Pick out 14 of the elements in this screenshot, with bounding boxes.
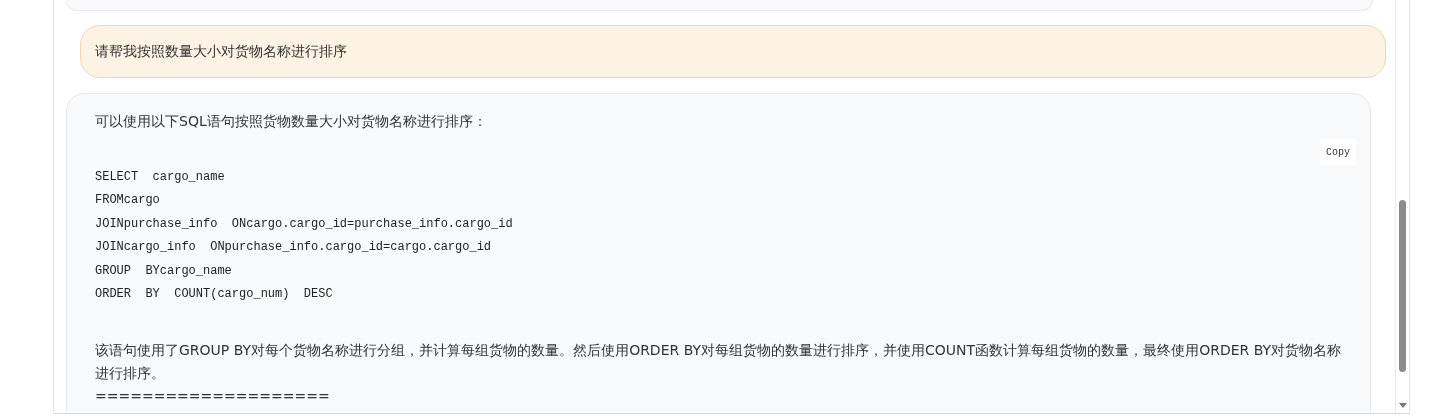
code-line: SELECT cargo_name xyxy=(95,169,225,186)
code-line: JOINpurchase_info ONcargo.cargo_id=purchase_info.cargo_id xyxy=(95,215,513,233)
user-message: 请帮我按照数量大小对货物名称进行排序 xyxy=(80,25,1386,78)
scroll-down-icon[interactable] xyxy=(1399,403,1407,408)
copy-button[interactable]: Copy xyxy=(1320,139,1356,166)
scrollbar-thumb[interactable] xyxy=(1399,200,1406,372)
code-line: ORDER BY COUNT(cargo_num) DESC xyxy=(95,286,333,304)
code-line: FROMcargo xyxy=(95,192,160,210)
code-line: JOINcargo_info ONpurchase_info.cargo_id=cargo.cargo_id xyxy=(95,239,492,257)
code-line: GROUP BYcargo_name xyxy=(95,262,232,280)
message-text: ==================== xyxy=(95,387,331,407)
message-text: 该语句使用了GROUP BY对每个货物名称进行分组，并计算每组货物的数量。然后使用ORDER BY对每组货物的数量进行排序，并使用COUNT函数计算每组货物的数量，最终使用ORDER BY对货物名称进行排序。 xyxy=(95,341,1343,384)
message-text: 可以使用以下SQL语句按照货物数量大小对货物名称进行排序： xyxy=(95,112,488,131)
scrollbar[interactable] xyxy=(1395,0,1409,413)
